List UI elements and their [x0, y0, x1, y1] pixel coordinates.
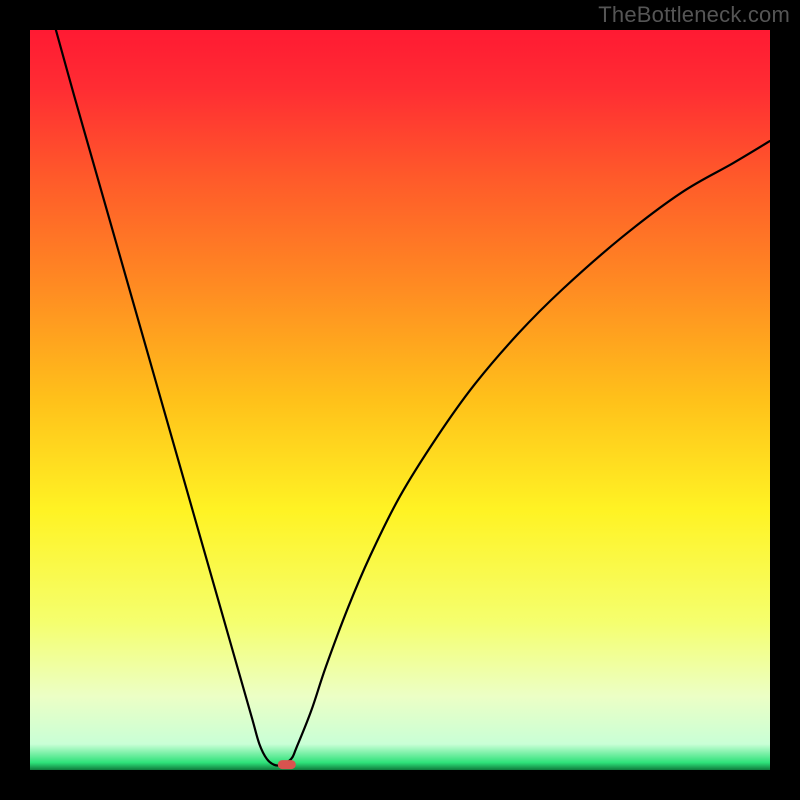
optimal-marker — [278, 760, 296, 769]
chart-frame — [30, 30, 770, 770]
watermark-text: TheBottleneck.com — [598, 2, 790, 28]
bottleneck-chart — [30, 30, 770, 770]
